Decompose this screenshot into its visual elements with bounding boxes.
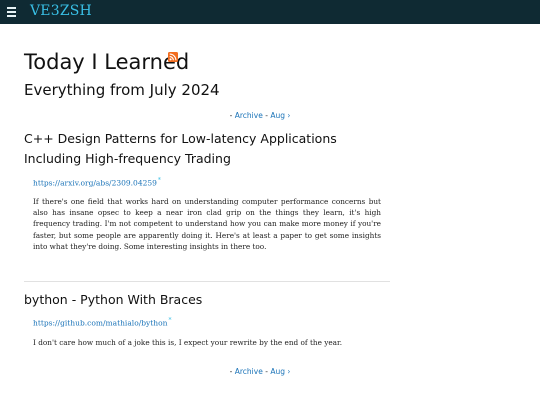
page-title: Today I Learned	[24, 50, 190, 74]
next-month-link[interactable]: Aug ›	[270, 367, 290, 376]
post-title: C++ Design Patterns for Low-latency Appl…	[24, 131, 337, 166]
external-link-icon: *	[157, 177, 161, 184]
post-body: I don't care how much of a joke this is,…	[33, 338, 343, 347]
post-link[interactable]: https://arxiv.org/abs/2309.04259*	[33, 177, 161, 188]
hamburger-menu-icon[interactable]	[7, 7, 16, 17]
site-title-link[interactable]: VE3ZSH	[30, 3, 92, 19]
post-divider	[24, 281, 390, 282]
post-title: bython - Python With Braces	[24, 292, 203, 307]
archive-nav-top: - Archive - Aug ›	[0, 111, 520, 120]
top-bar: VE3ZSH	[0, 0, 540, 24]
archive-link[interactable]: Archive	[235, 367, 263, 376]
page-subtitle: Everything from July 2024	[24, 81, 220, 99]
post-body: If there's one field that works hard on …	[33, 197, 381, 251]
next-month-link[interactable]: Aug ›	[270, 111, 290, 120]
post-link-url[interactable]: https://arxiv.org/abs/2309.04259	[33, 179, 157, 188]
archive-link[interactable]: Archive	[235, 111, 263, 120]
post-link[interactable]: https://github.com/mathialo/bython*	[33, 317, 171, 328]
external-link-icon: *	[168, 317, 172, 324]
archive-nav-bottom: - Archive - Aug ›	[0, 367, 520, 376]
post-link-url[interactable]: https://github.com/mathialo/bython	[33, 319, 167, 328]
rss-feed-icon[interactable]	[168, 52, 178, 62]
